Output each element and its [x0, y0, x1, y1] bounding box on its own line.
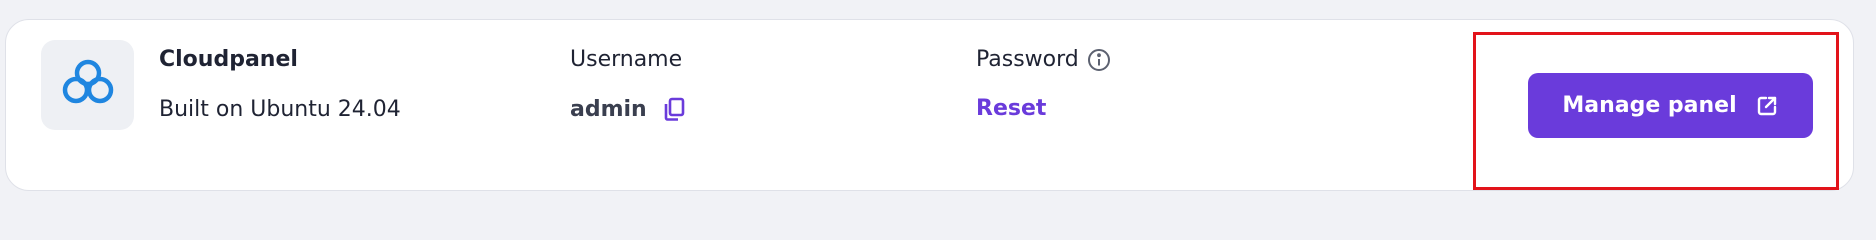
external-link-icon [1755, 94, 1779, 118]
app-logo [41, 40, 134, 130]
copy-icon[interactable] [661, 96, 687, 122]
password-label: Password [976, 47, 1079, 72]
reset-password-link[interactable]: Reset [976, 96, 1046, 121]
username-row: admin [570, 96, 687, 122]
app-subtitle: Built on Ubuntu 24.04 [159, 97, 401, 122]
username-label: Username [570, 47, 683, 72]
username-value: admin [570, 96, 647, 122]
manage-panel-button[interactable]: Manage panel [1528, 73, 1813, 138]
cloud-icon [60, 56, 116, 114]
app-name: Cloudpanel [159, 47, 298, 72]
password-label-row: Password [976, 47, 1111, 72]
manage-panel-label: Manage panel [1562, 93, 1737, 118]
info-icon[interactable] [1087, 48, 1111, 72]
